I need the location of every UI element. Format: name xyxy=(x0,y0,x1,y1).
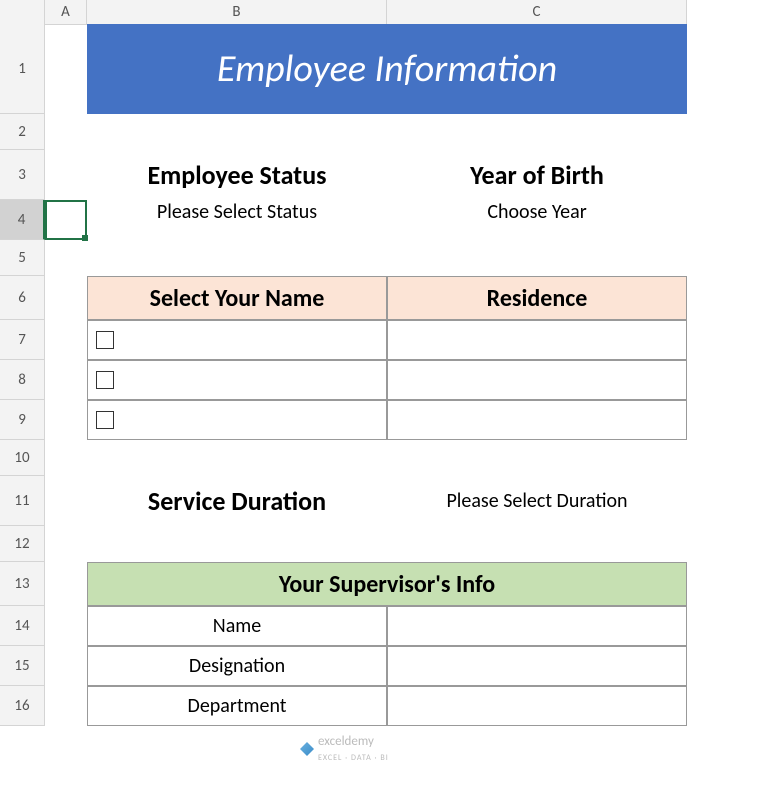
row-headers: 1 2 3 4 5 6 7 8 9 10 11 12 13 14 15 16 xyxy=(0,24,45,726)
supervisor-name-value[interactable] xyxy=(387,606,687,646)
cell-b5[interactable] xyxy=(87,240,387,276)
residence-cell-3[interactable] xyxy=(387,400,687,440)
supervisor-name-label[interactable]: Name xyxy=(87,606,387,646)
column-headers: A B C xyxy=(0,0,768,24)
cell-a2[interactable] xyxy=(45,114,87,150)
service-duration-heading[interactable]: Service Duration xyxy=(87,476,387,526)
status-dropdown-placeholder[interactable]: Please Select Status xyxy=(87,200,387,240)
cell-a14[interactable] xyxy=(45,606,87,646)
cell-a10[interactable] xyxy=(45,440,87,476)
row-header-15[interactable]: 15 xyxy=(0,646,45,686)
col-header-b[interactable]: B xyxy=(87,0,387,25)
row-header-14[interactable]: 14 xyxy=(0,606,45,646)
col-header-a[interactable]: A xyxy=(45,0,87,25)
name-cell-3[interactable] xyxy=(87,400,387,440)
supervisor-info-header[interactable]: Your Supervisor's Info xyxy=(87,562,687,606)
name-cell-1[interactable] xyxy=(87,320,387,360)
row-header-10[interactable]: 10 xyxy=(0,440,45,476)
row-header-5[interactable]: 5 xyxy=(0,240,45,276)
watermark-tagline: EXCEL · DATA · BI xyxy=(318,753,389,763)
row-header-12[interactable]: 12 xyxy=(0,526,45,562)
watermark: exceldemy EXCEL · DATA · BI xyxy=(300,734,389,764)
cell-c12[interactable] xyxy=(387,526,687,562)
supervisor-designation-label[interactable]: Designation xyxy=(87,646,387,686)
row-header-11[interactable]: 11 xyxy=(0,476,45,526)
cell-b2[interactable] xyxy=(87,114,387,150)
residence-cell-2[interactable] xyxy=(387,360,687,400)
worksheet-content: Employee Information Employee Status Yea… xyxy=(45,24,745,726)
cell-a1[interactable] xyxy=(45,24,87,114)
supervisor-department-value[interactable] xyxy=(387,686,687,726)
supervisor-designation-value[interactable] xyxy=(387,646,687,686)
cell-a4[interactable] xyxy=(45,200,87,240)
cell-c5[interactable] xyxy=(387,240,687,276)
cell-b10[interactable] xyxy=(87,440,387,476)
cell-b12[interactable] xyxy=(87,526,387,562)
cell-a15[interactable] xyxy=(45,646,87,686)
duration-dropdown-placeholder[interactable]: Please Select Duration xyxy=(387,476,687,526)
cell-a16[interactable] xyxy=(45,686,87,726)
row-header-8[interactable]: 8 xyxy=(0,360,45,400)
cell-c10[interactable] xyxy=(387,440,687,476)
checkbox-icon[interactable] xyxy=(96,411,114,429)
row-header-13[interactable]: 13 xyxy=(0,562,45,606)
cell-a7[interactable] xyxy=(45,320,87,360)
checkbox-icon[interactable] xyxy=(96,331,114,349)
cell-c2[interactable] xyxy=(387,114,687,150)
row-header-3[interactable]: 3 xyxy=(0,150,45,200)
year-dropdown-placeholder[interactable]: Choose Year xyxy=(387,200,687,240)
checkbox-icon[interactable] xyxy=(96,371,114,389)
residence-header[interactable]: Residence xyxy=(387,276,687,320)
cell-a3[interactable] xyxy=(45,150,87,200)
cell-a9[interactable] xyxy=(45,400,87,440)
select-name-header[interactable]: Select Your Name xyxy=(87,276,387,320)
residence-cell-1[interactable] xyxy=(387,320,687,360)
title-banner[interactable]: Employee Information xyxy=(87,24,687,114)
row-header-4[interactable]: 4 xyxy=(0,200,45,240)
row-header-2[interactable]: 2 xyxy=(0,114,45,150)
select-all-corner[interactable] xyxy=(0,0,45,25)
cell-a13[interactable] xyxy=(45,562,87,606)
name-cell-2[interactable] xyxy=(87,360,387,400)
cell-a12[interactable] xyxy=(45,526,87,562)
row-header-6[interactable]: 6 xyxy=(0,276,45,320)
col-header-c[interactable]: C xyxy=(387,0,687,25)
year-of-birth-heading[interactable]: Year of Birth xyxy=(387,150,687,200)
row-header-7[interactable]: 7 xyxy=(0,320,45,360)
watermark-brand: exceldemy xyxy=(318,734,374,749)
cell-a5[interactable] xyxy=(45,240,87,276)
cell-a8[interactable] xyxy=(45,360,87,400)
row-header-16[interactable]: 16 xyxy=(0,686,45,726)
cell-a6[interactable] xyxy=(45,276,87,320)
employee-status-heading[interactable]: Employee Status xyxy=(87,150,387,200)
supervisor-department-label[interactable]: Department xyxy=(87,686,387,726)
row-header-9[interactable]: 9 xyxy=(0,400,45,440)
cell-a11[interactable] xyxy=(45,476,87,526)
row-header-1[interactable]: 1 xyxy=(0,24,45,114)
watermark-logo-icon xyxy=(300,742,314,756)
